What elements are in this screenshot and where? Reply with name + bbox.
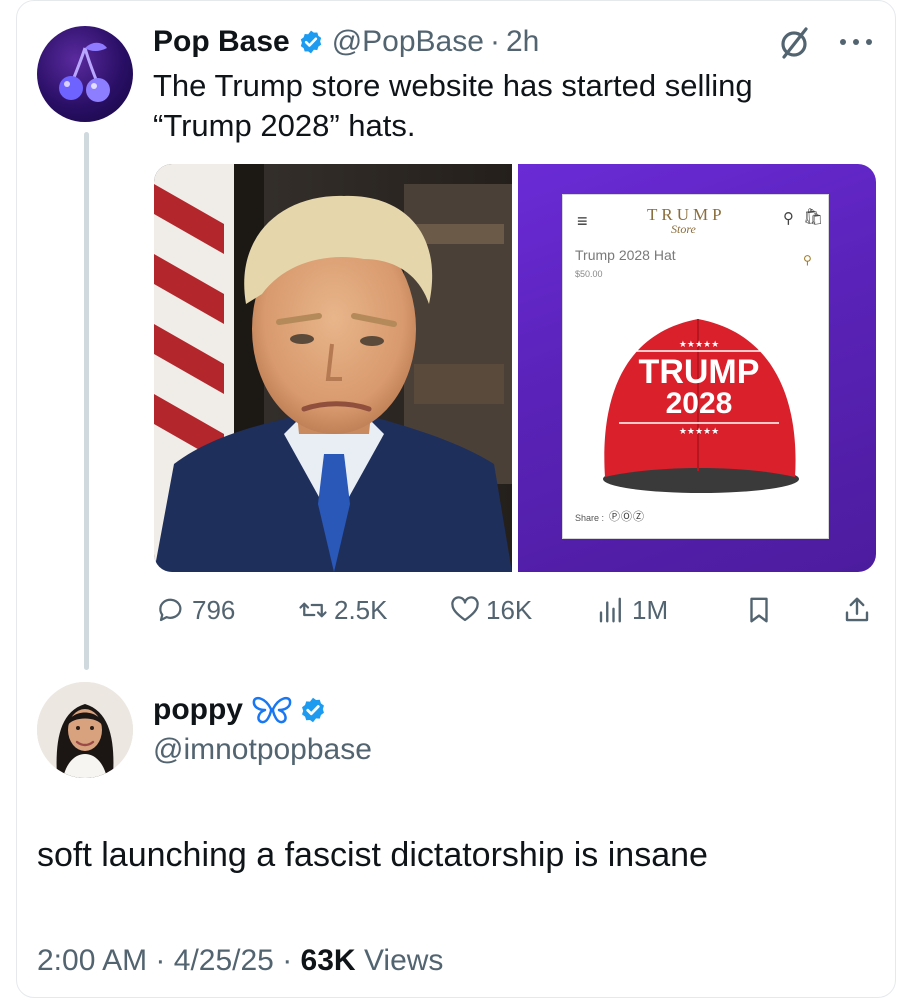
tweet-text: The Trump store website has started sell… (153, 68, 753, 143)
tweet-media[interactable]: ≡ TRUMP Store ⚲ 🛍 Trump 2028 Hat $50.00 … (154, 164, 876, 572)
butterfly-icon (252, 696, 292, 724)
product-title: Trump 2028 Hat (575, 247, 676, 263)
hat-text-line1: TRUMP (639, 353, 760, 391)
repost-count: 2.5K (334, 594, 388, 625)
views-button[interactable]: 1M (596, 590, 668, 630)
poppy-avatar[interactable] (37, 682, 133, 778)
reply-metadata: 2:00 AM · 4/25/25 · 63K Views (37, 944, 443, 978)
reply-author-name[interactable]: poppy (153, 693, 243, 727)
reply-icon (159, 598, 182, 622)
hat-text-line2: 2028 (666, 387, 733, 420)
portrait-image (154, 164, 512, 572)
bookmark-button[interactable] (744, 590, 774, 630)
svg-text:★★★★★: ★★★★★ (679, 339, 719, 349)
reply-views-count: 63K (300, 944, 356, 977)
portrait-photo[interactable] (154, 164, 512, 572)
author-name[interactable]: Pop Base (153, 25, 290, 59)
views-count: 1M (632, 594, 669, 625)
tweet-time[interactable]: 2h (506, 25, 539, 59)
author-handle[interactable]: @PopBase (332, 25, 484, 59)
reply-views-label: Views (363, 944, 444, 977)
original-tweet-header: Pop Base @PopBase · 2h (153, 22, 539, 62)
reply-author-handle[interactable]: @imnotpopbase (153, 733, 372, 767)
more-options-icon[interactable] (836, 34, 876, 50)
svg-text:★★★★★: ★★★★★ (679, 426, 719, 436)
separator-dot: · (155, 944, 166, 977)
red-hat-image: ★★★★★ ★★★★★ TRUMP 2028 (603, 319, 799, 493)
share-button[interactable] (842, 590, 872, 630)
reply-date[interactable]: 4/25/25 (174, 944, 274, 977)
store-logo-subtitle: Store (671, 222, 696, 236)
social-share-icons: ⓅⓄⓏ (609, 511, 645, 523)
hamburger-menu-icon: ≡ (577, 211, 588, 231)
heart-icon (451, 596, 479, 622)
repost-button[interactable]: 2.5K (298, 590, 388, 630)
verified-badge-icon (302, 697, 324, 723)
like-button[interactable]: 16K (450, 590, 532, 630)
reply-count: 796 (192, 594, 236, 625)
reply-button[interactable]: 796 (156, 590, 235, 630)
share-label: Share : (575, 513, 605, 523)
zoom-icon: ⚲ (803, 253, 812, 267)
store-product-card: ≡ TRUMP Store ⚲ 🛍 Trump 2028 Hat $50.00 … (562, 194, 829, 539)
reply-time[interactable]: 2:00 AM (37, 944, 147, 977)
grok-icon[interactable] (776, 24, 814, 62)
like-count: 16K (486, 594, 533, 625)
thread-connector (84, 132, 89, 670)
store-screenshot[interactable]: ≡ TRUMP Store ⚲ 🛍 Trump 2028 Hat $50.00 … (518, 164, 876, 572)
separator-dot: · (282, 944, 293, 977)
cherries-icon (59, 42, 110, 102)
reply-tweet-header: poppy (153, 690, 327, 730)
search-icon: ⚲ (783, 210, 794, 227)
views-chart-icon (599, 597, 621, 623)
separator-dot: · (489, 25, 500, 58)
product-price: $50.00 (575, 269, 603, 279)
poppy-avatar-image (37, 682, 133, 778)
bookmark-icon (750, 597, 768, 623)
popbase-avatar[interactable] (37, 26, 133, 122)
repost-icon (299, 602, 327, 618)
shopping-bag-icon: 🛍 (803, 209, 824, 226)
share-icon (845, 597, 869, 622)
verified-badge-icon (300, 30, 321, 54)
reply-text: soft launching a fascist dictatorship is… (37, 836, 708, 874)
